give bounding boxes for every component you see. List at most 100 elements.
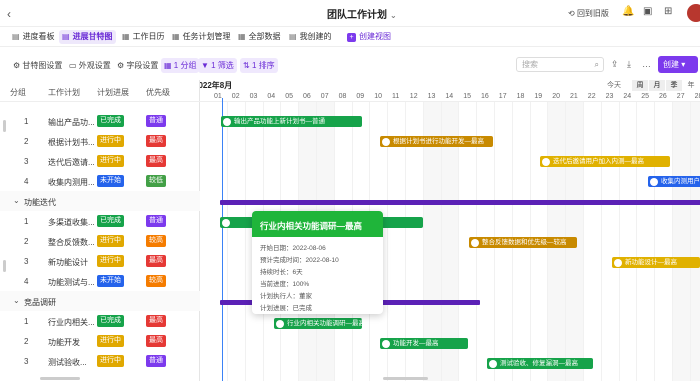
gantt-bar[interactable]: 测试验收、修复漏洞—最高	[487, 358, 593, 369]
gantt-bar[interactable]: 收集内测用户...	[648, 176, 700, 187]
task-name[interactable]: 整合反馈数...	[48, 237, 95, 248]
table-row[interactable]: 3 迭代后邀请... 进行中 最高	[0, 151, 200, 171]
day-tick: 22	[587, 93, 596, 100]
zoom-3[interactable]: 季	[666, 80, 682, 91]
gantt-bar[interactable]: 功能开发—最高	[380, 338, 468, 349]
priority-badge[interactable]: 最高	[146, 335, 166, 347]
tab-plan-management[interactable]: ▦ 任务计划管理	[169, 30, 234, 44]
briefcase-icon[interactable]: ▣	[643, 6, 652, 17]
priority-badge[interactable]: 最高	[146, 315, 166, 327]
task-name[interactable]: 输出产品功...	[48, 117, 95, 128]
priority-badge[interactable]: 普通	[146, 355, 166, 367]
progress-badge[interactable]: 进行中	[97, 355, 124, 367]
table-row[interactable]: 2 整合反馈数... 进行中 较高	[0, 231, 200, 251]
task-name[interactable]: 多渠道收集...	[48, 217, 95, 228]
task-name[interactable]: 收集内测用...	[48, 177, 95, 188]
table-row[interactable]: 2 功能开发 进行中 最高	[0, 331, 200, 351]
task-name[interactable]: 新功能设计	[48, 257, 88, 268]
create-view-button[interactable]: + 创建视图	[344, 30, 394, 44]
priority-badge[interactable]: 最高	[146, 135, 166, 147]
gantt-bar[interactable]: 整合反馈数据和优先级—较高	[469, 237, 577, 248]
share-icon[interactable]: ⇪	[611, 59, 619, 70]
field-settings-button[interactable]: ⚙ 字段设置	[114, 58, 161, 73]
progress-badge[interactable]: 已完成	[97, 215, 124, 227]
tab-my-created[interactable]: ▤ 我创建的	[286, 30, 335, 44]
gantt-bar[interactable]: 行业内相关功能调研—最高	[274, 318, 362, 329]
priority-badge[interactable]: 最高	[146, 155, 166, 167]
gantt-bar[interactable]: 迭代后邀请用户加入内测—最高	[540, 156, 670, 167]
priority-badge[interactable]: 较高	[146, 235, 166, 247]
chevron-down-icon[interactable]: ⌄	[13, 296, 20, 305]
row-index: 3	[24, 257, 29, 266]
priority-badge[interactable]: 普通	[146, 115, 166, 127]
task-name[interactable]: 测试验收...	[48, 357, 87, 368]
drag-handle[interactable]	[3, 120, 6, 132]
tab-gantt[interactable]: ▤ 进展甘特图	[59, 30, 116, 44]
priority-badge[interactable]: 较低	[146, 175, 166, 187]
grid-apps-icon[interactable]: ⊞	[664, 6, 672, 17]
gantt-scrollbar[interactable]	[383, 377, 428, 380]
progress-badge[interactable]: 进行中	[97, 235, 124, 247]
task-name[interactable]: 行业内相关...	[48, 317, 95, 328]
progress-badge[interactable]: 未开始	[97, 275, 124, 287]
task-name[interactable]: 迭代后邀请...	[48, 157, 95, 168]
table-row[interactable]: 4 收集内测用... 未开始 较低	[0, 171, 200, 191]
table-row[interactable]: 1 多渠道收集... 已完成 普通	[0, 211, 200, 231]
progress-badge[interactable]: 进行中	[97, 155, 124, 167]
priority-badge[interactable]: 较高	[146, 275, 166, 287]
table-row[interactable]: 1 输出产品功... 已完成 普通	[0, 111, 200, 131]
more-icon[interactable]: …	[642, 59, 651, 69]
avatar[interactable]	[687, 4, 700, 22]
progress-badge[interactable]: 进行中	[97, 135, 124, 147]
zoom-1[interactable]: 周	[632, 80, 648, 91]
progress-badge[interactable]: 已完成	[97, 115, 124, 127]
progress-badge[interactable]: 未开始	[97, 175, 124, 187]
zoom-2[interactable]: 月	[649, 80, 665, 91]
bell-icon[interactable]: 🔔	[622, 6, 634, 17]
gantt-settings-button[interactable]: ⚙ 甘特图设置	[10, 58, 65, 73]
table-row[interactable]: 3 新功能设计 进行中 最高	[0, 251, 200, 271]
zoom-4[interactable]: 年	[683, 80, 699, 91]
day-tick: 16	[481, 93, 489, 100]
priority-badge[interactable]: 普通	[146, 215, 166, 227]
tab-calendar[interactable]: ▦ 工作日历	[119, 30, 168, 44]
day-tick: 26	[659, 93, 667, 100]
drag-handle[interactable]	[3, 260, 6, 272]
search-input[interactable]: 搜索 ⌕	[516, 57, 604, 72]
revert-old-version-button[interactable]: ⟲ 回到旧版	[568, 8, 609, 19]
header-group[interactable]: 分组	[10, 87, 26, 98]
back-icon[interactable]: ‹	[7, 7, 11, 21]
table-row[interactable]: 4 功能测试与... 未开始 较高	[0, 271, 200, 291]
task-name[interactable]: 功能开发	[48, 337, 80, 348]
table-row[interactable]: 2 根据计划书... 进行中 最高	[0, 131, 200, 151]
filter-button[interactable]: ▼ 1 筛选	[198, 58, 237, 73]
appearance-settings-button[interactable]: ▭ 外观设置	[66, 58, 114, 73]
header-priority[interactable]: 优先级	[146, 87, 170, 98]
group-header[interactable]: ⌄ 功能迭代	[0, 191, 200, 211]
progress-badge[interactable]: 进行中	[97, 255, 124, 267]
priority-badge[interactable]: 最高	[146, 255, 166, 267]
task-name[interactable]: 根据计划书...	[48, 137, 95, 148]
table-row[interactable]: 1 行业内相关... 已完成 最高	[0, 311, 200, 331]
download-icon[interactable]: ⤓	[627, 59, 631, 70]
progress-badge[interactable]: 已完成	[97, 315, 124, 327]
group-header[interactable]: ⌄ 竞品调研	[0, 291, 200, 311]
header-progress[interactable]: 计划进展	[97, 87, 129, 98]
page-title[interactable]: 团队工作计划 ⌄	[327, 6, 397, 21]
create-button[interactable]: 创建 ▾	[658, 56, 698, 73]
gantt-bar-label: 测试验收、修复漏洞—最高	[500, 360, 578, 367]
sort-button[interactable]: ⇅ 1 排序	[240, 58, 278, 73]
chevron-down-icon[interactable]: ⌄	[13, 196, 20, 205]
tab-progress-board[interactable]: ▤ 进度看板	[9, 30, 58, 44]
group-button[interactable]: ▦ 1 分组	[161, 58, 200, 73]
gantt-bar[interactable]: 输出产品功能上新计划书—普通	[221, 116, 362, 127]
grid-scrollbar[interactable]	[40, 377, 80, 380]
tab-all-data[interactable]: ▦ 全部数据	[235, 30, 284, 44]
zoom-0[interactable]: 今天	[606, 80, 622, 91]
progress-badge[interactable]: 进行中	[97, 335, 124, 347]
task-name[interactable]: 功能测试与...	[48, 277, 95, 288]
gantt-bar[interactable]: 根据计划书进行功能开发—最高	[380, 136, 493, 147]
table-row[interactable]: 3 测试验收... 进行中 普通	[0, 351, 200, 371]
gantt-bar[interactable]: 新功能设计—最高	[612, 257, 700, 268]
header-plan[interactable]: 工作计划	[48, 87, 80, 98]
